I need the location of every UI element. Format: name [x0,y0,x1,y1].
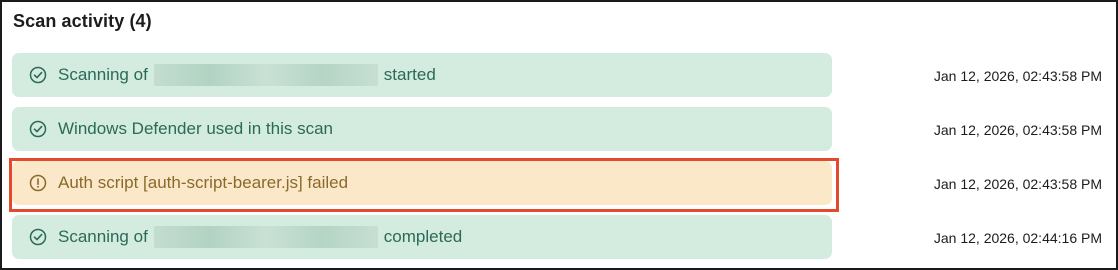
activity-row-scan-completed[interactable]: Scanning of completed [12,215,832,259]
activity-suffix: completed [383,227,463,246]
activity-timestamp: Jan 12, 2026, 02:43:58 PM [933,122,1102,138]
activity-prefix: Scanning of [58,65,148,84]
activity-row-scan-started[interactable]: Scanning of started [12,53,832,97]
check-circle-icon [28,65,48,85]
activity-message: Auth script [auth-script-bearer.js] fail… [58,173,349,192]
activity-timestamp: Jan 12, 2026, 02:43:58 PM [933,176,1102,192]
alert-circle-icon [28,173,48,193]
activity-timestamp: Jan 12, 2026, 02:43:58 PM [933,68,1102,84]
activity-message: Windows Defender used in this scan [58,119,333,138]
activity-row-auth-script-failed[interactable]: Auth script [auth-script-bearer.js] fail… [12,161,832,205]
activity-timestamp: Jan 12, 2026, 02:44:16 PM [933,230,1102,246]
redacted-target [153,226,378,248]
check-circle-icon [28,227,48,247]
panel-title: Scan activity (4) [13,11,152,31]
activity-message: Scanning of completed [58,226,462,248]
activity-message: Scanning of started [58,64,436,86]
check-circle-icon [28,119,48,139]
activity-suffix: started [383,65,436,84]
redacted-target [153,64,378,86]
activity-prefix: Scanning of [58,227,148,246]
scan-activity-panel: Scan activity (4) Scanning of started Ja… [0,0,1118,270]
activity-row-defender[interactable]: Windows Defender used in this scan [12,107,832,151]
